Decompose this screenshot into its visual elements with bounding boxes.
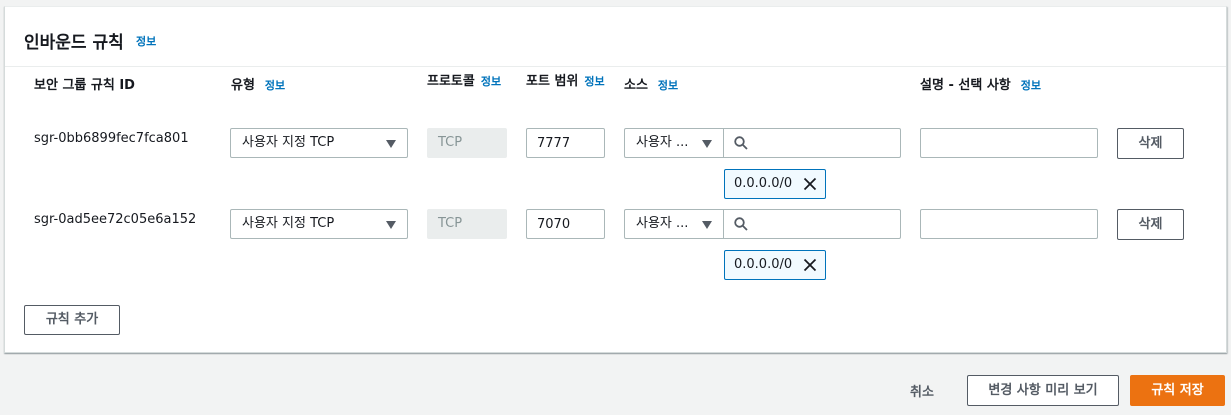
source-type-select[interactable]: 사용자 ...: [624, 209, 724, 239]
caret-down-icon: [702, 221, 712, 229]
source-search-input[interactable]: [723, 209, 901, 239]
source-type-value: 사용자 ...: [636, 135, 689, 150]
source-info-link[interactable]: 정보: [658, 79, 678, 92]
cidr-token: 0.0.0.0/0: [724, 250, 826, 280]
inbound-rules-panel: 인바운드 규칙 정보 보안 그룹 규칙 ID 유형 정보 프로토콜 정보 포트 범위…: [4, 6, 1227, 353]
caret-down-icon: [386, 221, 396, 229]
delete-rule-button[interactable]: 삭제: [1117, 209, 1184, 240]
col-header-rule-id: 보안 그룹 규칙 ID: [34, 74, 135, 93]
add-rule-button[interactable]: 규칙 추가: [24, 305, 120, 335]
source-type-select[interactable]: 사용자 ...: [624, 128, 724, 158]
col-header-description-label: 설명 - 선택 사항: [920, 78, 1011, 93]
caret-down-icon: [702, 140, 712, 148]
cidr-token-label: 0.0.0.0/0: [734, 257, 793, 272]
title-info-link[interactable]: 정보: [136, 33, 156, 49]
protocol-field: TCP: [427, 128, 507, 158]
close-icon[interactable]: [803, 177, 817, 191]
description-info-link[interactable]: 정보: [1021, 79, 1041, 92]
preview-changes-button[interactable]: 변경 사항 미리 보기: [967, 375, 1119, 406]
description-input[interactable]: [920, 209, 1098, 239]
cancel-button[interactable]: 취소: [910, 381, 934, 400]
col-header-port-range: 포트 범위 정보: [526, 72, 606, 92]
col-header-port-range-label: 포트 범위: [526, 74, 579, 89]
panel-title: 인바운드 규칙: [24, 33, 124, 53]
save-rules-button[interactable]: 규칙 저장: [1130, 375, 1225, 406]
search-icon: [734, 217, 748, 231]
type-select-value: 사용자 지정 TCP: [242, 216, 335, 231]
search-icon: [734, 136, 748, 150]
source-search-input[interactable]: [723, 128, 901, 158]
type-select-value: 사용자 지정 TCP: [242, 135, 335, 150]
col-header-source-label: 소스: [624, 78, 648, 93]
caret-down-icon: [386, 140, 396, 148]
type-select[interactable]: 사용자 지정 TCP: [230, 128, 408, 158]
col-header-type: 유형 정보: [231, 74, 285, 93]
port-range-input[interactable]: [526, 128, 605, 158]
col-header-type-label: 유형: [231, 78, 255, 93]
protocol-info-link[interactable]: 정보: [481, 75, 501, 88]
protocol-value: TCP: [438, 216, 463, 231]
cidr-token-label: 0.0.0.0/0: [734, 176, 793, 191]
panel-header: 인바운드 규칙 정보: [5, 7, 1226, 67]
col-header-description: 설명 - 선택 사항 정보: [920, 74, 1041, 93]
port-range-input[interactable]: [526, 209, 605, 239]
col-header-rule-id-label: 보안 그룹 규칙 ID: [34, 78, 135, 93]
cidr-token: 0.0.0.0/0: [724, 169, 826, 199]
close-icon[interactable]: [803, 258, 817, 272]
type-select[interactable]: 사용자 지정 TCP: [230, 209, 408, 239]
protocol-value: TCP: [438, 135, 463, 150]
col-header-source: 소스 정보: [624, 74, 678, 93]
rule-id: sgr-0ad5ee72c05e6a152: [34, 212, 197, 227]
type-info-link[interactable]: 정보: [265, 79, 285, 92]
delete-rule-button[interactable]: 삭제: [1117, 128, 1184, 159]
col-header-protocol-label: 프로토콜: [427, 74, 475, 89]
rule-id: sgr-0bb6899fec7fca801: [34, 131, 189, 146]
source-type-value: 사용자 ...: [636, 216, 689, 231]
port-range-info-link[interactable]: 정보: [584, 75, 604, 88]
protocol-field: TCP: [427, 209, 507, 239]
description-input[interactable]: [920, 128, 1098, 158]
col-header-protocol: 프로토콜 정보: [427, 72, 507, 92]
